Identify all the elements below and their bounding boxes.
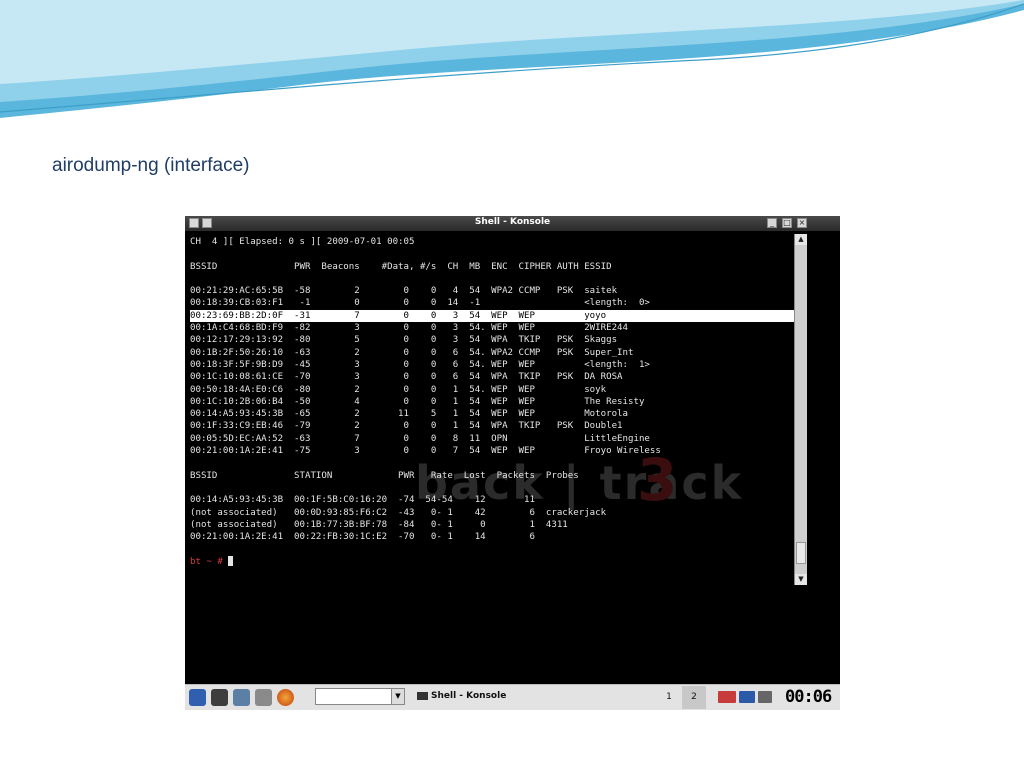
- terminal-scrollbar[interactable]: ▲ ▼: [794, 234, 807, 585]
- terminal-text: CH 4 ][ Elapsed: 0 s ][ 2009-07-01 00:05…: [190, 236, 798, 568]
- pager-desktop-1[interactable]: 1: [657, 686, 681, 709]
- access-point-row: 00:12:17:29:13:92 -80 5 0 0 3 54 WPA TKI…: [190, 335, 618, 346]
- access-point-table-header: BSSID PWR Beacons #Data, #/s CH MB ENC C…: [190, 261, 612, 272]
- terminal-icon: [417, 691, 428, 700]
- pager-desktop-2[interactable]: 2: [682, 686, 706, 709]
- access-point-row: 00:21:29:AC:65:5B -58 2 0 0 4 54 WPA2 CC…: [190, 286, 618, 297]
- scroll-down-arrow-icon[interactable]: ▼: [795, 574, 807, 585]
- mail-icon[interactable]: [739, 691, 755, 703]
- window-titlebar: Shell - Konsole _ □ ×: [185, 216, 840, 231]
- screenshot-konsole: Shell - Konsole _ □ × back | track 3 CH …: [185, 216, 840, 710]
- access-point-row: 00:23:69:BB:2D:0F -31 7 0 0 3 54 WEP WEP…: [190, 309, 798, 323]
- maximize-icon[interactable]: □: [782, 218, 792, 228]
- header-wave-decoration: [0, 0, 1024, 118]
- scrollbar-thumb[interactable]: [796, 542, 806, 564]
- access-point-row: 00:18:39:CB:03:F1 -1 0 0 0 14 -1 <length…: [190, 298, 650, 309]
- access-point-row: 00:14:A5:93:45:3B -65 2 11 5 1 54 WEP WE…: [190, 409, 628, 420]
- station-table-header: BSSID STATION PWR Rate Lost Packets Prob…: [190, 470, 579, 481]
- command-input[interactable]: ▼: [315, 688, 405, 705]
- volume-icon[interactable]: [758, 691, 772, 703]
- slide-title: airodump-ng (interface): [52, 155, 250, 176]
- status-line: CH 4 ][ Elapsed: 0 s ][ 2009-07-01 00:05: [190, 237, 415, 247]
- access-point-row: 00:1A:C4:68:BD:F9 -82 3 0 0 3 54. WEP WE…: [190, 323, 628, 334]
- kde-taskbar: ▼ Shell - Konsole 1 2 00:06: [185, 684, 840, 710]
- terminal-output[interactable]: CH 4 ][ Elapsed: 0 s ][ 2009-07-01 00:05…: [190, 236, 798, 586]
- dropdown-arrow-icon[interactable]: ▼: [391, 689, 404, 704]
- station-row: (not associated) 00:1B:77:3B:BF:78 -84 0…: [190, 519, 568, 530]
- station-row: 00:14:A5:93:45:3B 00:1F:5B:C0:16:20 -74 …: [190, 495, 535, 506]
- access-point-row: 00:1B:2F:50:26:10 -63 2 0 0 6 54. WPA2 C…: [190, 347, 634, 358]
- window-title: Shell - Konsole: [474, 217, 551, 227]
- settings-icon[interactable]: [255, 689, 272, 706]
- taskbar-clock: 00:06: [785, 687, 832, 707]
- kde-menu-icon[interactable]: [189, 689, 206, 706]
- access-point-row: 00:50:18:4A:E0:C6 -80 2 0 0 1 54. WEP WE…: [190, 384, 607, 395]
- firefox-icon[interactable]: [277, 689, 294, 706]
- access-point-row: 00:18:3F:5F:9B:D9 -45 3 0 0 6 54. WEP WE…: [190, 359, 650, 370]
- shell-prompt: bt ~ #: [190, 556, 229, 567]
- access-point-row: 00:1F:33:C9:EB:46 -79 2 0 0 1 54 WPA TKI…: [190, 421, 623, 432]
- desktop-icon[interactable]: [211, 689, 228, 706]
- network-icon[interactable]: [233, 689, 250, 706]
- task-label: Shell - Konsole: [431, 691, 507, 701]
- minimize-icon[interactable]: _: [767, 218, 777, 228]
- close-icon[interactable]: ×: [797, 218, 807, 228]
- station-row: (not associated) 00:0D:93:85:F6:C2 -43 0…: [190, 507, 607, 518]
- scroll-up-arrow-icon[interactable]: ▲: [795, 234, 807, 245]
- access-point-row: 00:21:00:1A:2E:41 -75 3 0 0 7 54 WEP WEP…: [190, 446, 661, 457]
- station-row: 00:21:00:1A:2E:41 00:22:FB:30:1C:E2 -70 …: [190, 532, 535, 543]
- us-flag-icon[interactable]: [718, 691, 736, 703]
- access-point-row: 00:1C:10:2B:06:B4 -50 4 0 0 1 54 WEP WEP…: [190, 396, 645, 407]
- terminal-cursor: [228, 556, 234, 567]
- taskbar-task-konsole[interactable]: Shell - Konsole: [417, 691, 506, 701]
- access-point-row: 00:1C:10:08:61:CE -70 3 0 0 6 54 WPA TKI…: [190, 372, 623, 383]
- access-point-row: 00:05:5D:EC:AA:52 -63 7 0 0 8 11 OPN Lit…: [190, 433, 650, 444]
